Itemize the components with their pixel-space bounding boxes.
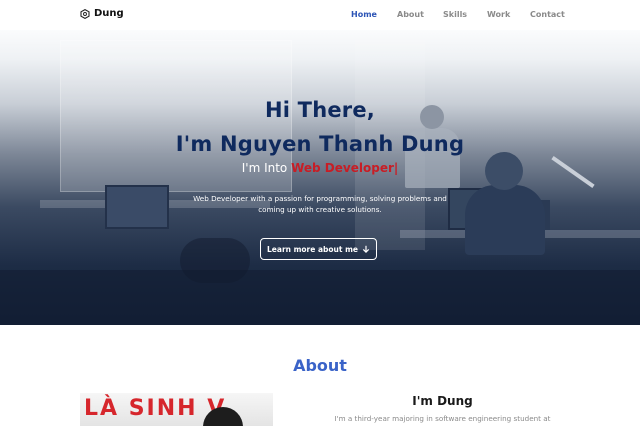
about-bio: I'm a third-year majoring in software en… [334, 414, 551, 423]
hero-typed-line: I'm Into Web Developer| [0, 161, 640, 175]
brand-name: Dung [94, 8, 124, 19]
nav-skills[interactable]: Skills [443, 10, 467, 19]
profile-photo: LÀ SINH V [80, 393, 273, 426]
hero-description: Web Developer with a passion for program… [193, 194, 447, 214]
nav-about[interactable]: About [397, 10, 424, 19]
arrow-down-icon [362, 245, 370, 253]
nav-work[interactable]: Work [487, 10, 510, 19]
nav-menu: Home About Skills Work Contact [340, 10, 570, 22]
hero-greeting: Hi There, [265, 98, 375, 122]
hero-content: Hi There, I'm Nguyen Thanh Dung I'm Into… [0, 30, 640, 325]
hexagon-logo-icon [80, 8, 90, 19]
about-heading: I'm Dung [412, 394, 473, 408]
hero-name: I'm Nguyen Thanh Dung [175, 132, 465, 156]
brand-link[interactable]: Dung [80, 8, 124, 19]
about-section-title: About [293, 356, 347, 375]
hero-typed-prefix: I'm Into [241, 161, 292, 175]
navbar: Dung Home About Skills Work Contact [0, 0, 640, 30]
learn-more-button[interactable]: Learn more about me [260, 238, 377, 260]
nav-home[interactable]: Home [351, 10, 377, 19]
hero-section: Hi There, I'm Nguyen Thanh Dung I'm Into… [0, 30, 640, 325]
learn-more-label: Learn more about me [267, 244, 358, 254]
hero-typed-role: Web Developer| [291, 161, 399, 175]
nav-contact[interactable]: Contact [530, 10, 565, 19]
